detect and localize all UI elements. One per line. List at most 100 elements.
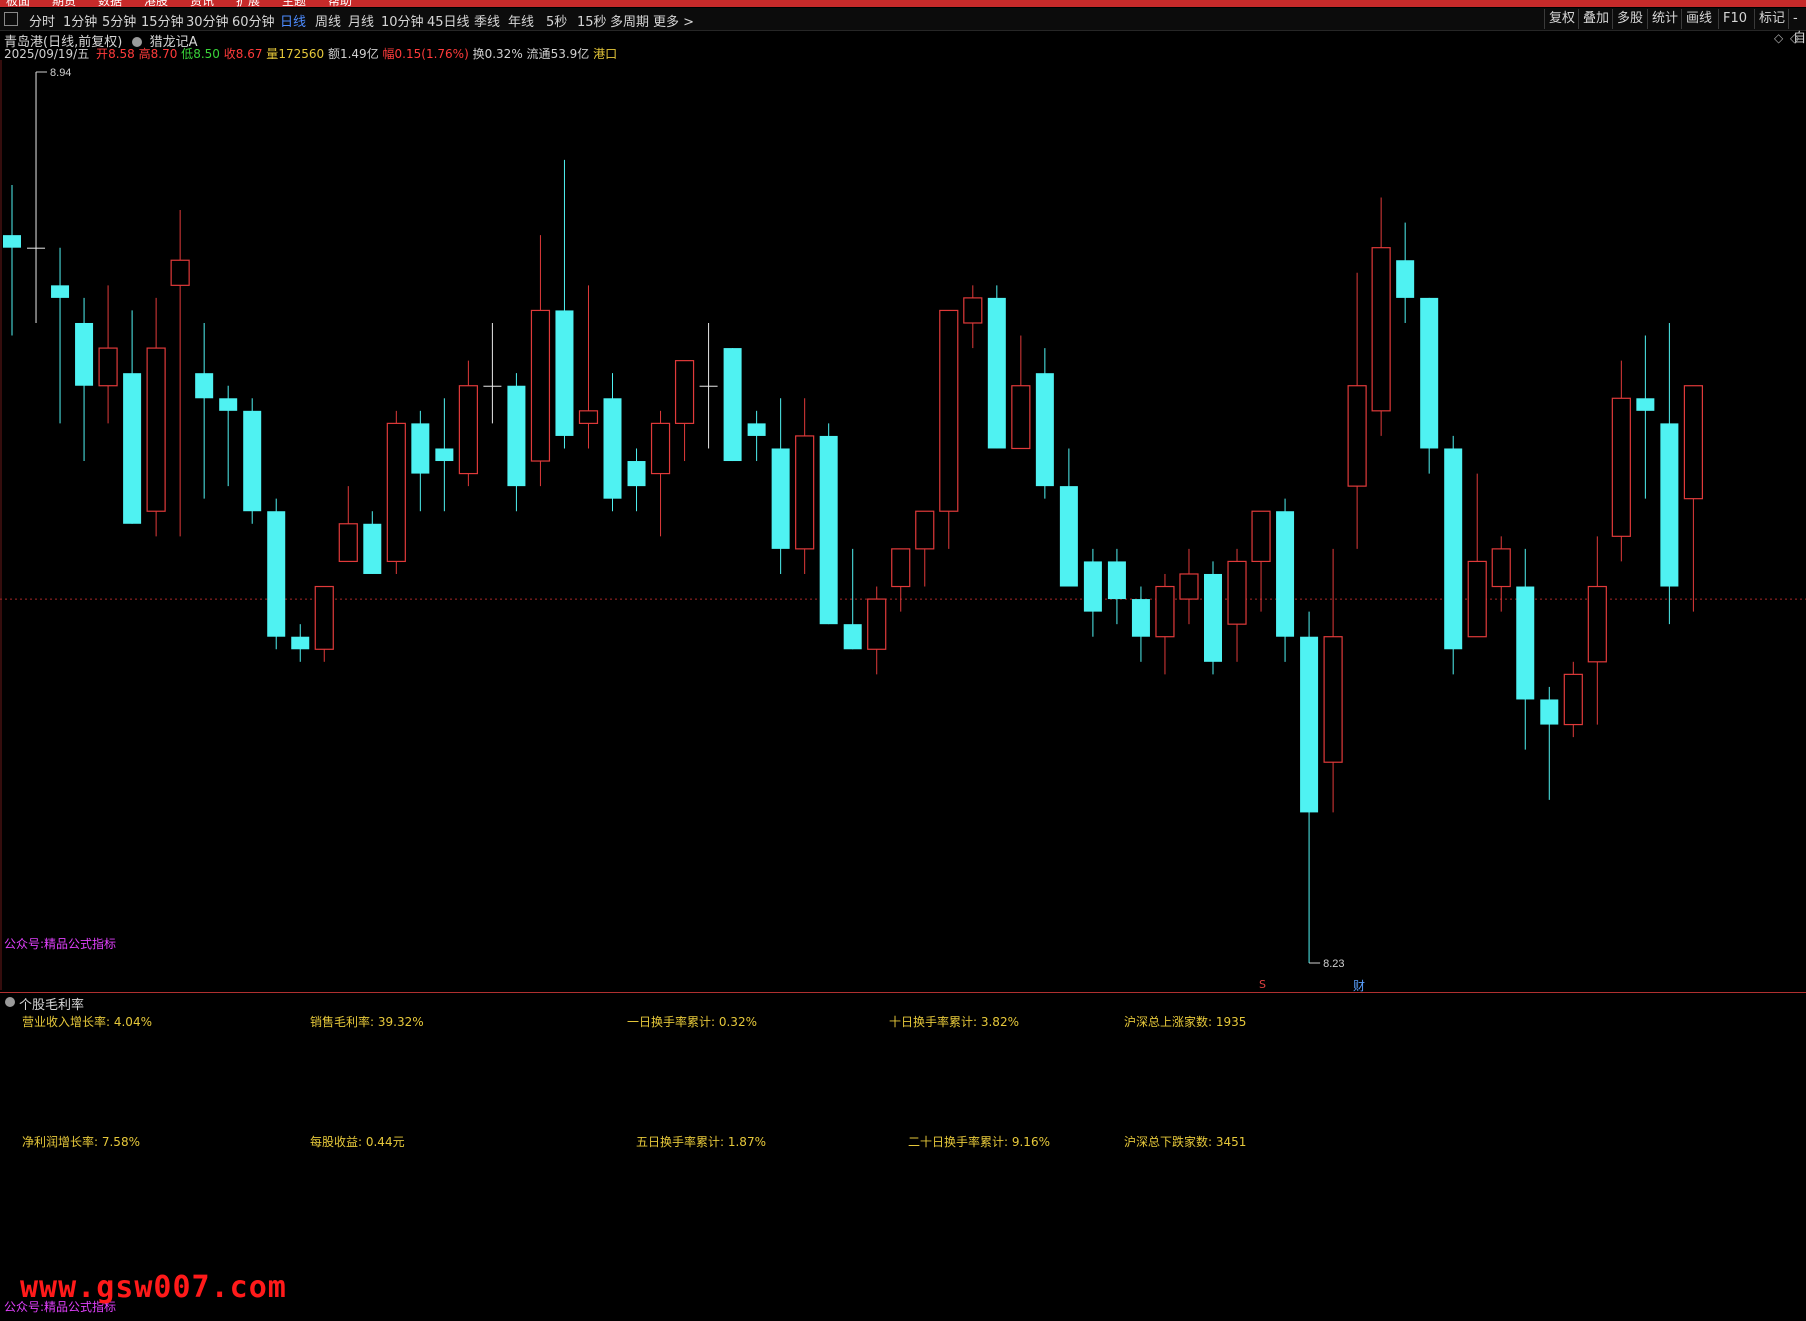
- toolbar-button[interactable]: F10: [1718, 9, 1751, 29]
- candle[interactable]: [1107, 548, 1126, 625]
- candle[interactable]: [363, 511, 382, 574]
- candle[interactable]: [747, 410, 766, 462]
- candle[interactable]: [699, 322, 718, 449]
- period-tab[interactable]: 周线: [315, 11, 341, 30]
- menu-item[interactable]: 期货: [52, 0, 76, 7]
- period-tab[interactable]: 更多 >: [653, 11, 694, 30]
- period-tab[interactable]: 15秒: [577, 11, 607, 30]
- toolbar-button[interactable]: -自: [1788, 9, 1806, 46]
- period-tab[interactable]: 5秒: [546, 11, 567, 30]
- candle[interactable]: [1611, 360, 1631, 562]
- candle[interactable]: [987, 285, 1006, 449]
- candle[interactable]: [1371, 197, 1391, 436]
- candle[interactable]: [1660, 322, 1679, 625]
- candle[interactable]: [771, 398, 790, 574]
- candle[interactable]: [291, 624, 310, 662]
- candle[interactable]: [1131, 586, 1150, 662]
- candle[interactable]: [1227, 548, 1247, 662]
- candle[interactable]: [51, 247, 70, 424]
- candle[interactable]: [338, 486, 358, 563]
- toolbar-button[interactable]: 标记: [1754, 9, 1789, 29]
- period-tab[interactable]: 60分钟: [232, 11, 275, 30]
- candle[interactable]: [243, 398, 262, 524]
- candle[interactable]: [939, 309, 959, 549]
- menu-item[interactable]: 板面: [6, 0, 30, 7]
- collapse-icon[interactable]: ◇: [1774, 31, 1783, 45]
- candle[interactable]: [98, 285, 118, 424]
- candle[interactable]: [1420, 297, 1439, 474]
- candle[interactable]: [219, 385, 238, 487]
- candle[interactable]: [1251, 510, 1271, 612]
- subpanel-title[interactable]: 个股毛利率: [19, 994, 84, 1013]
- candle[interactable]: [915, 510, 935, 587]
- candle[interactable]: [603, 373, 622, 512]
- period-tab[interactable]: 日线: [280, 11, 306, 30]
- candle[interactable]: [1516, 548, 1535, 750]
- candle[interactable]: [530, 235, 551, 487]
- candle[interactable]: [1587, 536, 1607, 725]
- candle[interactable]: [819, 423, 838, 625]
- candle[interactable]: [1491, 536, 1511, 612]
- period-tab[interactable]: 月线: [348, 11, 374, 30]
- candle[interactable]: [650, 410, 671, 537]
- candle[interactable]: [1155, 573, 1175, 675]
- period-tab[interactable]: 45日线: [427, 11, 470, 30]
- candle[interactable]: [170, 210, 190, 537]
- menu-item[interactable]: 数据: [98, 0, 122, 7]
- candle[interactable]: [963, 285, 983, 349]
- candle[interactable]: [435, 398, 454, 512]
- candle[interactable]: [123, 310, 142, 524]
- period-tab[interactable]: 5分钟: [102, 11, 136, 30]
- candle[interactable]: [1444, 435, 1463, 675]
- candle[interactable]: [1204, 561, 1222, 675]
- period-tab[interactable]: 1分钟: [63, 11, 97, 30]
- candle[interactable]: [1035, 348, 1054, 499]
- kline-chart[interactable]: 8.94 8.23: [0, 60, 1806, 990]
- candle[interactable]: [1563, 661, 1583, 738]
- candle[interactable]: [386, 410, 406, 574]
- toolbar-button[interactable]: 多股: [1612, 9, 1647, 29]
- candle[interactable]: [723, 348, 742, 462]
- menu-item[interactable]: 主题: [282, 0, 306, 7]
- toolbar-button[interactable]: 画线: [1681, 9, 1716, 29]
- candle[interactable]: [1467, 473, 1487, 638]
- candle[interactable]: [75, 297, 94, 462]
- candle[interactable]: [627, 448, 646, 512]
- candle[interactable]: [483, 322, 502, 424]
- toolbar-button[interactable]: 复权: [1544, 9, 1579, 29]
- candle[interactable]: [1011, 335, 1031, 450]
- sector-tag[interactable]: 港口: [593, 47, 617, 61]
- candle[interactable]: [458, 360, 478, 487]
- candle[interactable]: [1396, 222, 1415, 323]
- candle[interactable]: [1683, 385, 1704, 612]
- candle[interactable]: [507, 373, 526, 512]
- candle[interactable]: [267, 498, 286, 650]
- candle[interactable]: [674, 360, 695, 462]
- candle[interactable]: [795, 398, 815, 574]
- candle[interactable]: [1083, 548, 1102, 637]
- candle[interactable]: [555, 159, 574, 449]
- menu-item[interactable]: 港股: [144, 0, 168, 7]
- period-tab[interactable]: 15分钟: [141, 11, 184, 30]
- candle[interactable]: [411, 410, 430, 512]
- candle[interactable]: [1276, 498, 1295, 662]
- period-tab[interactable]: 分时: [29, 11, 55, 30]
- period-tab[interactable]: 10分钟: [381, 11, 424, 30]
- period-tab[interactable]: 多周期: [610, 11, 649, 30]
- period-tab[interactable]: 季线: [474, 11, 500, 30]
- candle[interactable]: [1300, 611, 1319, 963]
- candle[interactable]: [891, 548, 911, 612]
- menu-item[interactable]: 扩展: [236, 0, 260, 7]
- candle[interactable]: [1179, 548, 1199, 625]
- candle[interactable]: [1059, 448, 1078, 587]
- candle[interactable]: [195, 322, 214, 499]
- candle[interactable]: [578, 285, 599, 449]
- candle[interactable]: [1540, 686, 1559, 800]
- candle[interactable]: [1323, 548, 1343, 813]
- menu-item[interactable]: 帮助: [328, 0, 352, 7]
- candle[interactable]: [867, 586, 887, 675]
- candle[interactable]: [27, 72, 46, 323]
- event-s-marker[interactable]: S: [1259, 978, 1266, 991]
- panel-toggle-icon[interactable]: [4, 12, 18, 26]
- period-tab[interactable]: 年线: [508, 11, 534, 30]
